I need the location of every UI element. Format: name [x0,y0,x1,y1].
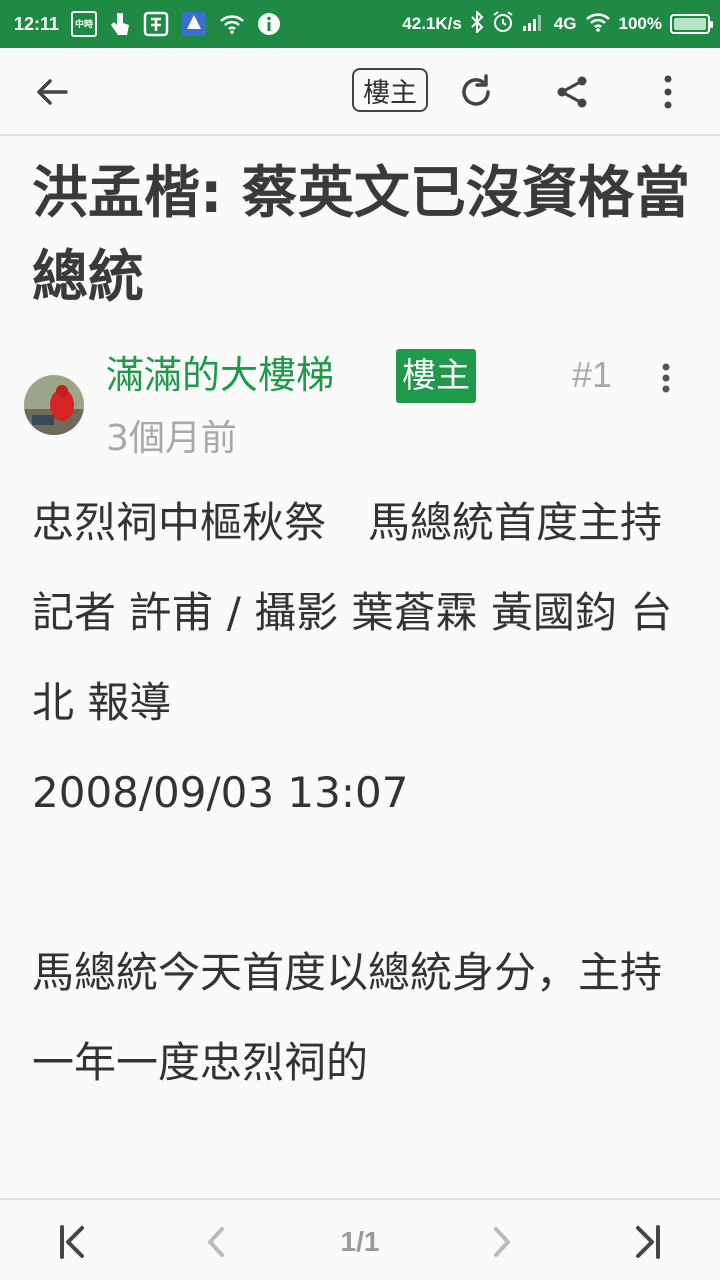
first-page-icon [60,1225,84,1259]
more-vertical-icon [662,363,670,393]
avatar[interactable] [24,375,84,435]
page-indicator[interactable]: 1/1 [318,1218,402,1266]
info-icon [257,12,281,36]
prev-page-button[interactable] [192,1218,240,1266]
first-page-button[interactable] [48,1218,96,1266]
wifi-icon [585,12,611,37]
body-paragraph: 2008/09/03 13:07 [32,768,409,817]
hand-pointer-icon [109,11,131,37]
post-body: 忠烈祠中樞秋祭 馬總統首度主持 記者 許甫 / 攝影 葉蒼霖 黃國鈞 台北 報導… [32,478,692,1108]
thread-content[interactable]: 洪孟楷: 蔡英文已沒資格當總統 滿滿的大樓梯 樓主 #1 3個月前 忠烈祠中樞秋… [0,138,720,1198]
floor-number: #1 [572,354,613,395]
status-time: 12:11 [14,13,60,34]
chevron-right-icon [494,1227,510,1257]
network-type: 4G [553,14,577,33]
next-page-button[interactable] [478,1218,526,1266]
op-only-button[interactable]: 樓主 [352,68,428,112]
alarm-icon [492,10,514,38]
app-notification-icon: 中時 [71,11,98,37]
share-icon [557,76,587,108]
battery-icon [670,14,713,34]
body-paragraph: 馬總統今天首度以總統身分，主持一年一度忠烈祠的 [32,948,663,1087]
op-badge: 樓主 [396,349,476,403]
share-button[interactable] [546,66,598,118]
wifi-icon [219,14,245,34]
signal-icon [522,12,546,37]
bluetooth-icon [470,9,484,38]
more-vertical-icon [664,75,672,109]
author-name[interactable]: 滿滿的大樓梯 [106,348,334,402]
news-app-icon [181,11,207,37]
chevron-left-icon [208,1227,224,1257]
refresh-icon [462,74,490,106]
body-paragraph: 忠烈祠中樞秋祭 馬總統首度主持 [32,498,663,547]
last-page-icon [636,1225,660,1259]
page-navigation: 1/1 [0,1198,720,1280]
refresh-button[interactable] [450,66,502,118]
last-page-button[interactable] [624,1218,672,1266]
body-paragraph: 記者 許甫 / 攝影 葉蒼霖 黃國鈞 台北 報導 [32,588,673,727]
status-bar: 12:11 中時 42.1K/s 4G 100% [0,0,720,48]
more-options-button[interactable] [642,66,694,118]
post-menu-button[interactable] [650,358,682,398]
body-paragraph [32,838,692,928]
back-button[interactable] [26,66,78,118]
arrow-left-icon [37,79,68,105]
net-speed: 42.1K/s [402,14,462,33]
post-time: 3個月前 [106,418,237,459]
calendar-app-icon [143,11,169,37]
top-toolbar: 樓主 [0,48,720,136]
thread-title: 洪孟楷: 蔡英文已沒資格當總統 [32,161,690,310]
battery-percent: 100% [618,14,662,33]
